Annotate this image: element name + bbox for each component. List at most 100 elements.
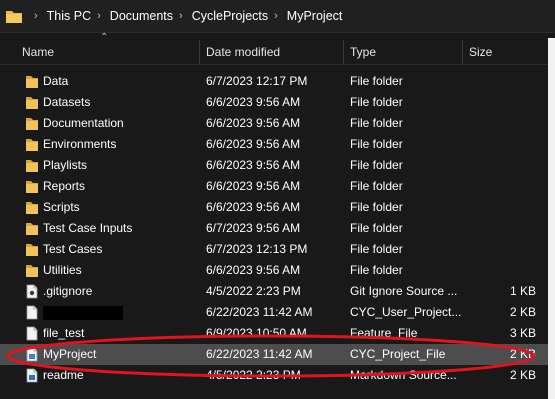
file-row[interactable]: Utilities 6/6/2023 9:56 AM File folder (0, 260, 548, 281)
divider (0, 32, 555, 33)
file-date: 4/5/2022 2:23 PM (206, 284, 301, 298)
file-date: 6/7/2023 12:13 PM (206, 242, 308, 256)
file-row[interactable]: .gitignore 4/5/2022 2:23 PM Git Ignore Sou… (0, 281, 548, 302)
file-type: File folder (350, 221, 403, 235)
file-type: CYC_Project_File (350, 347, 446, 361)
folder-icon (26, 139, 38, 151)
file-date: 4/5/2022 2:23 PM (206, 368, 301, 382)
column-header-size[interactable]: Size (463, 40, 543, 64)
file-type: File folder (350, 137, 403, 151)
file-row[interactable]: Scripts 6/6/2023 9:56 AM File folder (0, 197, 548, 218)
breadcrumb-label[interactable]: This PC (47, 9, 91, 23)
file-date: 6/7/2023 9:56 AM (206, 221, 301, 235)
breadcrumb-label[interactable]: MyProject (287, 9, 343, 23)
file-type: Feature_File (350, 326, 418, 340)
file-row[interactable]: Playlists 6/6/2023 9:56 AM File folder (0, 155, 548, 176)
column-header-name[interactable]: Name (16, 40, 200, 64)
file-type: File folder (350, 179, 403, 193)
file-name: readme (43, 368, 84, 382)
file-row[interactable]: Environments 6/6/2023 9:56 AM File folder (0, 134, 548, 155)
file-size: 1 KB (509, 284, 536, 298)
file-date: 6/6/2023 9:56 AM (206, 137, 301, 151)
file-row[interactable]: 6/22/2023 11:42 AM CYC_User_Project... 2 K… (0, 302, 548, 323)
redacted-name (43, 306, 123, 320)
chevron-right-icon: › (274, 10, 278, 22)
file-row[interactable]: Documentation 6/6/2023 9:56 AM File folder (0, 113, 548, 134)
file-name: Utilities (43, 263, 82, 277)
file-type: File folder (350, 200, 403, 214)
file-type: File folder (350, 116, 403, 130)
column-header-type[interactable]: Type (344, 40, 462, 64)
folder-icon (26, 160, 38, 172)
folder-icon (26, 97, 38, 109)
file-name: MyProject (43, 347, 97, 361)
file-name: .gitignore (43, 284, 93, 298)
breadcrumb-item-this-pc[interactable]: › This PC (28, 9, 91, 23)
file-date: 6/9/2023 10:50 AM (206, 326, 307, 340)
file-row[interactable]: file_test 6/9/2023 10:50 AM Feature_File 3 … (0, 323, 548, 344)
breadcrumb-label[interactable]: CycleProjects (192, 9, 268, 23)
file-row[interactable]: Test Case Inputs 6/7/2023 9:56 AM File fol… (0, 218, 548, 239)
file-name: Test Cases (43, 242, 103, 256)
file-row-selected[interactable]: MyProject 6/22/2023 11:42 AM CYC_Project_F… (0, 344, 548, 365)
document-icon (26, 305, 38, 320)
breadcrumb-item-myproject[interactable]: › MyProject (268, 9, 342, 23)
folder-icon (26, 265, 38, 277)
folder-icon (26, 118, 38, 130)
folder-icon (26, 76, 38, 88)
file-type: File folder (350, 263, 403, 277)
file-name: Documentation (43, 116, 124, 130)
file-date: 6/6/2023 9:56 AM (206, 158, 301, 172)
file-size: 2 KB (509, 368, 536, 382)
file-date: 6/22/2023 11:42 AM (206, 347, 313, 361)
file-name: Test Case Inputs (43, 221, 133, 235)
git-file-icon (26, 284, 38, 299)
document-icon (26, 326, 38, 341)
file-type: Git Ignore Source ... (350, 284, 458, 298)
file-type: Markdown Source... (350, 368, 457, 382)
file-type: File folder (350, 158, 403, 172)
file-name: Scripts (43, 200, 80, 214)
file-row[interactable]: Reports 6/6/2023 9:56 AM File folder (0, 176, 548, 197)
file-row[interactable]: readme 4/5/2022 2:23 PM Markdown Source...… (0, 365, 548, 386)
file-name: Environments (43, 137, 117, 151)
chevron-right-icon: › (97, 10, 101, 22)
file-name: Datasets (43, 95, 91, 109)
file-row[interactable]: Datasets 6/6/2023 9:56 AM File folder (0, 92, 548, 113)
file-date: 6/22/2023 11:42 AM (206, 305, 313, 319)
project-file-icon (26, 347, 38, 362)
chevron-right-icon: › (179, 10, 183, 22)
file-type: File folder (350, 95, 403, 109)
file-name: file_test (43, 326, 85, 340)
column-header-row: Name Date modified Type Size (0, 40, 548, 65)
folder-icon (26, 181, 38, 193)
breadcrumb-item-cycleprojects[interactable]: › CycleProjects (173, 9, 268, 23)
file-name: Data (43, 74, 69, 88)
chevron-right-icon: › (34, 10, 38, 22)
file-type: File folder (350, 242, 403, 256)
address-bar[interactable]: › This PC › Documents › CycleProjects › … (0, 0, 555, 32)
file-date: 6/6/2023 9:56 AM (206, 95, 301, 109)
file-date: 6/6/2023 9:56 AM (206, 179, 301, 193)
breadcrumb-item-documents[interactable]: › Documents (91, 9, 173, 23)
file-date: 6/6/2023 9:56 AM (206, 263, 301, 277)
breadcrumb-label[interactable]: Documents (110, 9, 173, 23)
file-row[interactable]: Data 6/7/2023 12:17 PM File folder (0, 71, 548, 92)
file-row[interactable]: Test Cases 6/7/2023 12:13 PM File folder (0, 239, 548, 260)
file-name: Playlists (43, 158, 88, 172)
scrollbar[interactable] (548, 38, 555, 399)
file-date: 6/6/2023 9:56 AM (206, 200, 301, 214)
folder-icon (26, 223, 38, 235)
file-list: Data 6/7/2023 12:17 PM File folder Datasets… (0, 71, 548, 386)
file-size: 3 KB (509, 326, 536, 340)
column-header-date[interactable]: Date modified (200, 40, 344, 64)
file-name: Reports (43, 179, 86, 193)
file-date: 6/6/2023 9:56 AM (206, 116, 301, 130)
folder-icon (6, 11, 22, 23)
folder-icon (26, 244, 38, 256)
file-size: 2 KB (509, 347, 536, 361)
file-date: 6/7/2023 12:17 PM (206, 74, 308, 88)
markdown-file-icon (26, 368, 38, 383)
file-type: CYC_User_Project... (350, 305, 462, 319)
file-type: File folder (350, 74, 403, 88)
